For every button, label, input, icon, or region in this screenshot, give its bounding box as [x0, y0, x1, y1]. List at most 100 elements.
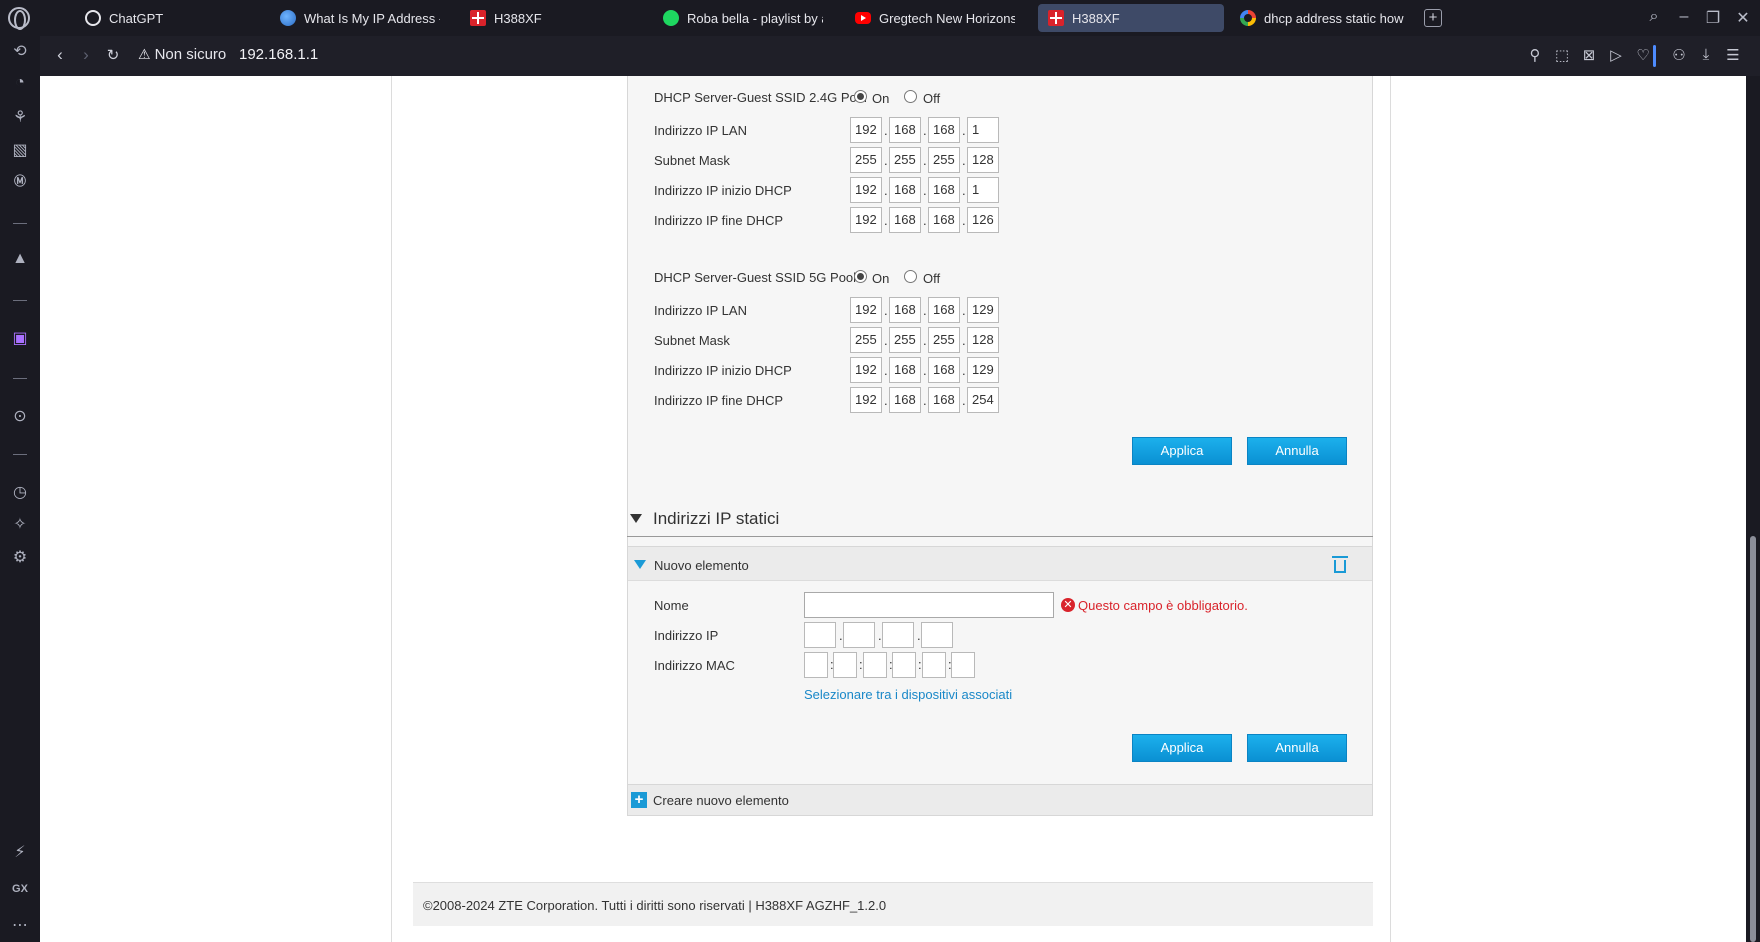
entry-caret-icon[interactable] — [634, 560, 646, 569]
mac-octet-input[interactable] — [863, 652, 887, 678]
ip-octet-input[interactable] — [921, 622, 953, 648]
play-icon[interactable]: ▷ — [1607, 46, 1625, 64]
guest24-octet-input[interactable]: 1 — [967, 177, 999, 203]
heart-icon[interactable]: ♡ — [1634, 46, 1652, 64]
guest24-octet-input[interactable]: 128 — [967, 147, 999, 173]
ip-octet-input[interactable] — [882, 622, 914, 648]
speed-dial-icon[interactable]: ◔ — [8, 74, 32, 92]
guest5-off-radio[interactable] — [904, 270, 917, 283]
mac-octet-input[interactable] — [922, 652, 946, 678]
guest5-octet-input[interactable]: 168 — [889, 357, 921, 383]
guest5-octet-input[interactable]: 168 — [928, 387, 960, 413]
guest24-octet-input[interactable]: 192 — [850, 207, 882, 233]
pattern-icon[interactable]: ▧ — [8, 140, 32, 160]
guest5-on-radio[interactable] — [854, 270, 867, 283]
guest5-octet-input[interactable]: 168 — [889, 297, 921, 323]
gamepad-icon[interactable]: ⚘ — [8, 107, 32, 127]
adblock-icon[interactable]: ⊠ — [1580, 46, 1598, 64]
guest5-octet-input[interactable]: 128 — [967, 327, 999, 353]
guest24-octet-input[interactable]: 168 — [889, 177, 921, 203]
security-indicator[interactable]: ⚠ Non sicuro — [138, 46, 226, 63]
guest24-octet-input[interactable]: 255 — [850, 147, 882, 173]
tab-h388xf-active[interactable]: H388XF — [1038, 4, 1224, 32]
restore-icon[interactable]: ❐ — [1703, 8, 1723, 28]
select-associated-devices-link[interactable]: Selezionare tra i dispositivi associati — [804, 687, 1012, 702]
guest24-octet-input[interactable]: 1 — [967, 117, 999, 143]
search-tabs-icon[interactable]: ⌕ — [1644, 8, 1664, 26]
url-input[interactable]: 192.168.1.1 — [239, 46, 318, 63]
back-icon[interactable]: ‹ — [50, 45, 70, 65]
guest5-octet-input[interactable]: 168 — [889, 387, 921, 413]
guest24-off-radio[interactable] — [904, 90, 917, 103]
sync-icon[interactable]: ⟲ — [8, 41, 32, 61]
pin-icon[interactable]: ⚲ — [1526, 46, 1544, 64]
entry-cancel-button[interactable]: Annulla — [1247, 734, 1347, 762]
ip-octet-input[interactable] — [843, 622, 875, 648]
tab-youtube[interactable]: Gregtech New Horizons S — [845, 4, 1025, 32]
guest24-octet-input[interactable]: 168 — [889, 207, 921, 233]
cancel-button[interactable]: Annulla — [1247, 437, 1347, 465]
create-new-element-bar[interactable]: + Creare nuovo elemento — [627, 784, 1373, 816]
snapshot-icon[interactable]: ⬚ — [1553, 46, 1571, 64]
tab-what-is-my-ip[interactable]: What Is My IP Address - S — [270, 4, 450, 32]
guest24-octet-input[interactable]: 126 — [967, 207, 999, 233]
guest5-octet-input[interactable]: 192 — [850, 297, 882, 323]
guest24-octet-input[interactable]: 192 — [850, 117, 882, 143]
new-tab-icon[interactable]: + — [1424, 9, 1442, 27]
guest5-octet-input[interactable]: 168 — [928, 297, 960, 323]
page-scrollbar[interactable] — [1746, 76, 1760, 942]
settings-icon[interactable]: ⚙ — [8, 547, 32, 567]
guest24-octet-input[interactable]: 255 — [889, 147, 921, 173]
guest5-octet-input[interactable]: 255 — [850, 327, 882, 353]
reload-icon[interactable]: ↻ — [103, 46, 123, 64]
gx-control-icon[interactable]: ⚡ — [8, 842, 32, 862]
more-icon[interactable]: ⋯ — [8, 915, 32, 935]
profile-icon[interactable]: ⚇ — [1670, 46, 1688, 64]
opera-logo-icon[interactable] — [8, 7, 30, 30]
close-icon[interactable]: ✕ — [1733, 8, 1753, 28]
guest24-octet-input[interactable]: 168 — [928, 117, 960, 143]
guest5-octet-input[interactable]: 255 — [928, 327, 960, 353]
guest5-octet-input[interactable]: 255 — [889, 327, 921, 353]
apply-button[interactable]: Applica — [1132, 437, 1232, 465]
mac-octet-input[interactable] — [804, 652, 828, 678]
ip-octet-input[interactable] — [804, 622, 836, 648]
guest5-octet-input[interactable]: 254 — [967, 387, 999, 413]
guest24-octet-input[interactable]: 168 — [928, 207, 960, 233]
extensions-icon[interactable]: ✧ — [8, 514, 32, 534]
menu-icon[interactable]: ☰ — [1724, 46, 1742, 64]
guest5-octet-input[interactable]: 168 — [928, 357, 960, 383]
mac-octet-input[interactable] — [833, 652, 857, 678]
trash-icon[interactable] — [1332, 556, 1348, 573]
guest24-on-radio[interactable] — [854, 90, 867, 103]
guest24-octet-input[interactable]: 168 — [889, 117, 921, 143]
scroll-thumb[interactable] — [1750, 536, 1756, 942]
tab-google[interactable]: dhcp address static how i — [1230, 4, 1414, 32]
guest5-octet-input[interactable]: 129 — [967, 297, 999, 323]
guest24-octet-input[interactable]: 192 — [850, 177, 882, 203]
guest24-octet-input[interactable]: 168 — [928, 177, 960, 203]
entry-header[interactable]: Nuovo elemento — [628, 547, 1372, 581]
guest5-octet-input[interactable]: 192 — [850, 357, 882, 383]
aria-icon[interactable]: ▲ — [8, 250, 32, 268]
player-icon[interactable]: ⊙ — [8, 406, 32, 426]
mac-octet-input[interactable] — [892, 652, 916, 678]
gx-icon[interactable]: GX — [8, 883, 32, 895]
tab-h388xf[interactable]: H388XF — [460, 4, 640, 32]
history-icon[interactable]: ◷ — [8, 482, 32, 502]
guest5-octet-input[interactable]: 192 — [850, 387, 882, 413]
tab-spotify[interactable]: Roba bella - playlist by ac — [653, 4, 833, 32]
guest24-octet-input[interactable]: 255 — [928, 147, 960, 173]
tab-chatgpt[interactable]: ChatGPT — [75, 4, 235, 32]
plus-icon[interactable]: + — [631, 792, 647, 808]
twitch-icon[interactable]: ▣ — [8, 328, 32, 348]
minimize-icon[interactable]: – — [1674, 8, 1694, 26]
download-icon[interactable]: ⤓ — [1697, 46, 1715, 63]
entry-apply-button[interactable]: Applica — [1132, 734, 1232, 762]
name-input[interactable] — [804, 592, 1054, 618]
collapse-caret-icon[interactable] — [630, 514, 642, 523]
guest5-octet-input[interactable]: 129 — [967, 357, 999, 383]
mac-octet-input[interactable] — [951, 652, 975, 678]
forward-icon[interactable]: › — [76, 45, 96, 65]
m-icon[interactable]: Ⓜ — [8, 172, 32, 189]
